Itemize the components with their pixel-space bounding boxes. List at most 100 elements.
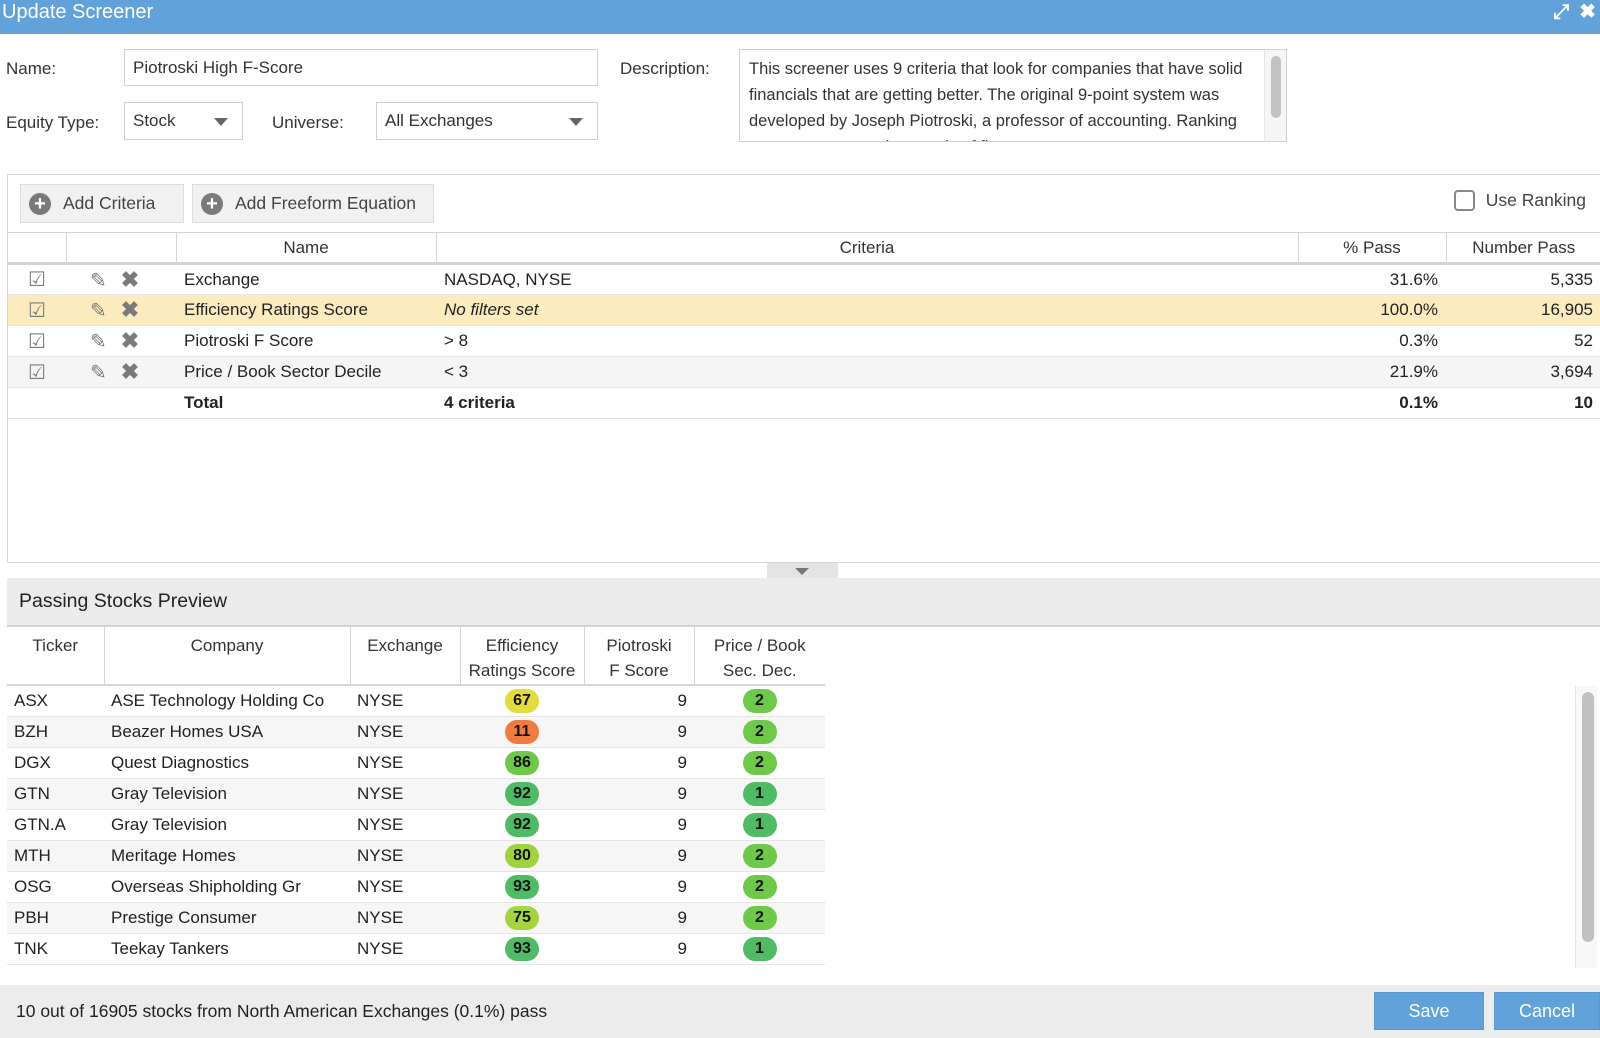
number-pass: 5,335 bbox=[1446, 263, 1600, 295]
checked-checkbox-icon[interactable]: ☑ bbox=[28, 329, 46, 354]
preview-scrollbar[interactable] bbox=[1575, 686, 1597, 968]
delete-icon[interactable]: ✖ bbox=[121, 267, 139, 293]
pb-decile-cell: 1 bbox=[694, 809, 825, 841]
criteria-column-header[interactable]: Criteria bbox=[435, 232, 1298, 265]
universe-label: Universe: bbox=[272, 113, 344, 132]
stock-row[interactable]: GTN Gray Television NYSE 92 9 1 bbox=[7, 778, 825, 810]
criteria-value: < 3 bbox=[436, 356, 1298, 388]
exchange: NYSE bbox=[350, 809, 460, 841]
fscore: 9 bbox=[584, 716, 694, 748]
efficiency-column-header[interactable]: Efficiency Ratings Score bbox=[459, 627, 584, 686]
preview-empty-area bbox=[825, 686, 1575, 966]
pb-decile-badge: 2 bbox=[742, 874, 777, 899]
checked-checkbox-icon[interactable]: ☑ bbox=[28, 298, 46, 323]
pct-pass: 0.3% bbox=[1298, 325, 1446, 357]
exchange: NYSE bbox=[350, 840, 460, 872]
ticker: GTN bbox=[7, 778, 104, 810]
company: Gray Television bbox=[104, 778, 350, 810]
universe-select[interactable]: All Exchanges bbox=[376, 102, 598, 140]
efficiency-cell: 92 bbox=[460, 809, 584, 841]
stock-row[interactable]: DGX Quest Diagnostics NYSE 86 9 2 bbox=[7, 747, 825, 779]
delete-icon[interactable]: ✖ bbox=[121, 359, 139, 385]
efficiency-cell: 80 bbox=[460, 840, 584, 872]
checked-checkbox-icon[interactable]: ☑ bbox=[28, 267, 46, 292]
number-pass: 3,694 bbox=[1446, 356, 1600, 388]
criteria-name: Price / Book Sector Decile bbox=[176, 356, 436, 388]
criteria-row[interactable]: ☑ ✎ ✖ Price / Book Sector Decile < 3 21.9… bbox=[8, 356, 1600, 388]
save-button[interactable]: Save bbox=[1374, 992, 1484, 1030]
pb-decile-badge: 1 bbox=[742, 812, 777, 837]
number-pass: 52 bbox=[1446, 325, 1600, 357]
criteria-header-row: Name Criteria % Pass Number Pass bbox=[8, 232, 1600, 265]
company: Quest Diagnostics bbox=[104, 747, 350, 779]
criteria-value: NASDAQ, NYSE bbox=[436, 263, 1298, 295]
pct-pass: 100.0% bbox=[1298, 294, 1446, 326]
pb-decile-cell: 2 bbox=[694, 871, 825, 903]
ticker: GTN.A bbox=[7, 809, 104, 841]
number-pass-column-header[interactable]: Number Pass bbox=[1445, 232, 1600, 265]
stock-row[interactable]: MTH Meritage Homes NYSE 80 9 2 bbox=[7, 840, 825, 872]
equity-type-select[interactable]: Stock bbox=[124, 102, 243, 140]
cancel-button[interactable]: Cancel bbox=[1494, 992, 1600, 1030]
criteria-row[interactable]: ☑ ✎ ✖ Exchange NASDAQ, NYSE 31.6% 5,335 bbox=[8, 263, 1600, 295]
name-column-header[interactable]: Name bbox=[175, 232, 436, 265]
expand-icon[interactable]: ⤢ bbox=[1553, 0, 1569, 24]
pb-decile-badge: 2 bbox=[742, 750, 777, 775]
efficiency-cell: 67 bbox=[460, 685, 584, 717]
fscore-column-header[interactable]: Piotroski F Score bbox=[583, 627, 694, 686]
exchange-column-header[interactable]: Exchange bbox=[349, 627, 460, 686]
stock-row[interactable]: PBH Prestige Consumer NYSE 75 9 2 bbox=[7, 902, 825, 934]
efficiency-score-badge: 92 bbox=[505, 812, 539, 837]
scrollbar-thumb[interactable] bbox=[1271, 56, 1281, 118]
company-column-header[interactable]: Company bbox=[103, 627, 350, 686]
ticker: OSG bbox=[7, 871, 104, 903]
criteria-row[interactable]: ☑ ✎ ✖ Efficiency Ratings Score No filters… bbox=[8, 294, 1600, 326]
total-pct-pass: 0.1% bbox=[1298, 387, 1446, 419]
name-field[interactable] bbox=[124, 49, 598, 86]
criteria-value: No filters set bbox=[436, 294, 1298, 326]
description-label: Description: bbox=[620, 59, 710, 78]
stock-row[interactable]: BZH Beazer Homes USA NYSE 11 9 2 bbox=[7, 716, 825, 748]
use-ranking-toggle[interactable]: Use Ranking bbox=[1453, 190, 1586, 211]
use-ranking-checkbox[interactable] bbox=[1453, 190, 1475, 211]
chevron-down-icon bbox=[214, 118, 228, 126]
stock-row[interactable]: ASX ASE Technology Holding Co NYSE 67 9 2 bbox=[7, 685, 825, 717]
name-input[interactable] bbox=[133, 57, 589, 78]
edit-icon[interactable]: ✎ bbox=[90, 360, 107, 385]
pb-decile-column-header[interactable]: Price / Book Sec. Dec. bbox=[693, 627, 825, 686]
pb-decile-cell: 2 bbox=[694, 840, 825, 872]
stock-row[interactable]: OSG Overseas Shipholding Gr NYSE 93 9 2 bbox=[7, 871, 825, 903]
total-label: Total bbox=[176, 387, 436, 419]
company: ASE Technology Holding Co bbox=[104, 685, 350, 717]
stock-row[interactable]: TNK Teekay Tankers NYSE 93 9 1 bbox=[7, 933, 825, 965]
edit-icon[interactable]: ✎ bbox=[90, 329, 107, 354]
edit-icon[interactable]: ✎ bbox=[90, 298, 107, 323]
efficiency-score-badge: 11 bbox=[505, 719, 539, 744]
scrollbar-thumb[interactable] bbox=[1582, 692, 1594, 942]
criteria-table: Name Criteria % Pass Number Pass ☑ ✎ ✖ Ex… bbox=[8, 232, 1600, 419]
company: Prestige Consumer bbox=[104, 902, 350, 934]
checked-checkbox-icon[interactable]: ☑ bbox=[28, 360, 46, 385]
delete-icon[interactable]: ✖ bbox=[121, 297, 139, 323]
criteria-total-row: Total 4 criteria 0.1% 10 bbox=[8, 387, 1600, 419]
close-icon[interactable]: ✖ bbox=[1579, 0, 1596, 24]
description-scrollbar[interactable] bbox=[1264, 50, 1286, 141]
ticker-column-header[interactable]: Ticker bbox=[7, 627, 104, 686]
add-freeform-equation-button[interactable]: + Add Freeform Equation bbox=[192, 184, 434, 223]
add-criteria-button[interactable]: + Add Criteria bbox=[20, 184, 184, 223]
number-pass: 16,905 bbox=[1446, 294, 1600, 326]
ticker: BZH bbox=[7, 716, 104, 748]
pb-decile-cell: 1 bbox=[694, 778, 825, 810]
panel-splitter-handle[interactable] bbox=[767, 563, 838, 578]
company: Beazer Homes USA bbox=[104, 716, 350, 748]
criteria-row[interactable]: ☑ ✎ ✖ Piotroski F Score > 8 0.3% 52 bbox=[8, 325, 1600, 357]
window-title: Update Screener bbox=[2, 1, 154, 23]
pct-pass-column-header[interactable]: % Pass bbox=[1297, 232, 1446, 265]
description-text: This screener uses 9 criteria that look … bbox=[749, 60, 1243, 141]
efficiency-cell: 93 bbox=[460, 933, 584, 965]
preview-header: Passing Stocks Preview bbox=[7, 578, 1600, 627]
stock-row[interactable]: GTN.A Gray Television NYSE 92 9 1 bbox=[7, 809, 825, 841]
description-textarea[interactable]: This screener uses 9 criteria that look … bbox=[739, 49, 1287, 142]
edit-icon[interactable]: ✎ bbox=[90, 268, 107, 293]
delete-icon[interactable]: ✖ bbox=[121, 328, 139, 354]
